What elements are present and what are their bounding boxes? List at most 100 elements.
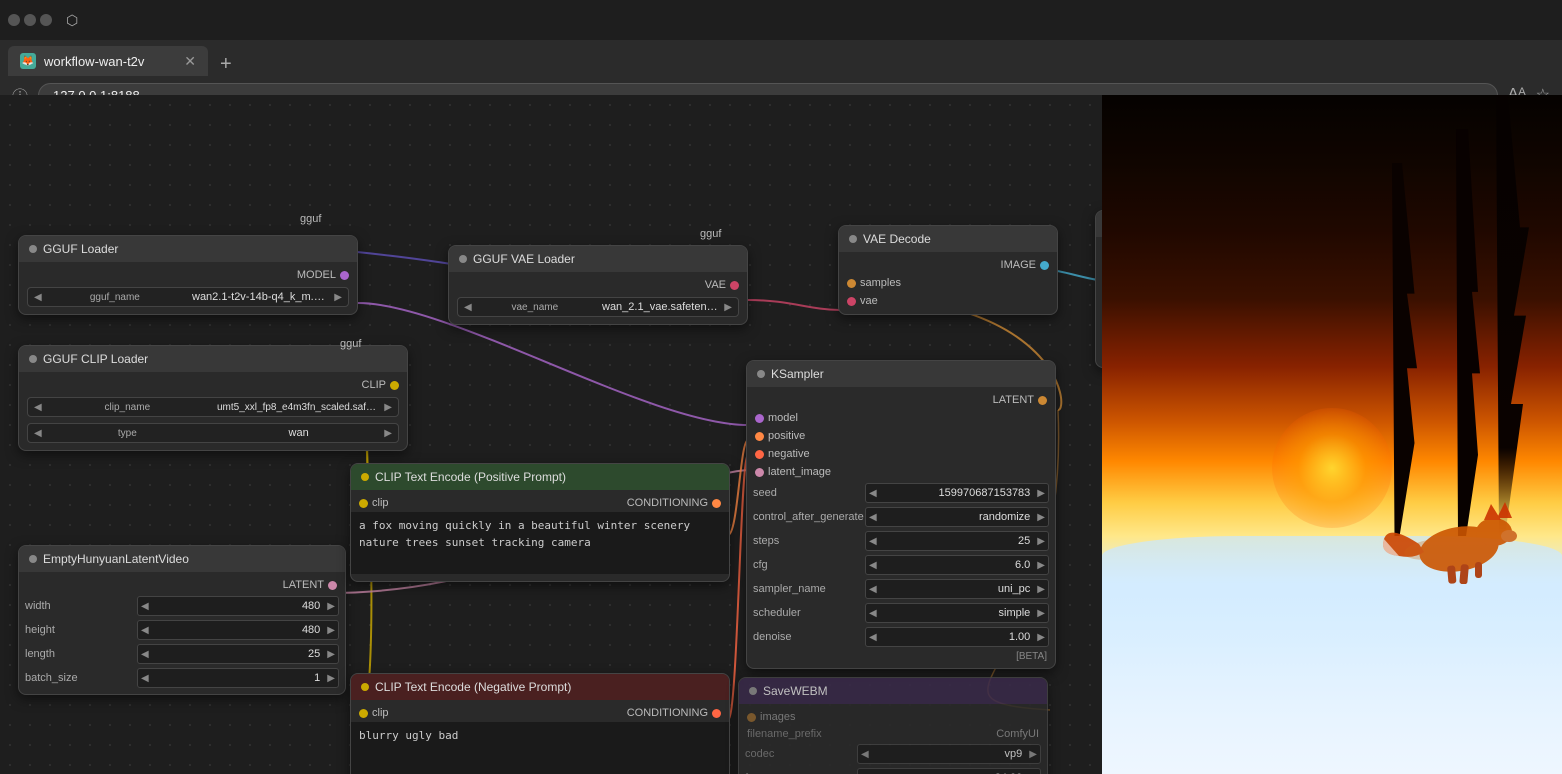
model-ksampler-port[interactable] [755, 414, 764, 423]
cfg-stepper[interactable]: ◀ 6.0 ▶ [865, 555, 1049, 575]
latent-ksampler-port[interactable] [1038, 396, 1047, 405]
clip-type-field[interactable]: ◀ type wan ▶ [27, 423, 399, 443]
height-stepper[interactable]: ◀ 480 ▶ [137, 620, 339, 640]
height-increase[interactable]: ▶ [324, 625, 338, 636]
positive-ksampler-port[interactable] [755, 432, 764, 441]
length-label: length [25, 648, 135, 660]
negative-prompt-text[interactable]: blurry ugly bad [351, 722, 729, 774]
empty-latent-node: EmptyHunyuanLatentVideo LATENT width ◀ 4… [18, 545, 346, 695]
samples-input-port[interactable] [847, 279, 856, 288]
field-right-arrow[interactable]: ▶ [334, 292, 342, 303]
webm-fps-stepper[interactable]: ◀ 24.00 ▶ [857, 768, 1041, 774]
denoise-stepper[interactable]: ◀ 1.00 ▶ [865, 627, 1049, 647]
gguf-vae-title: GGUF VAE Loader [473, 252, 575, 266]
batch-stepper[interactable]: ◀ 1 ▶ [137, 668, 339, 688]
steps-label: steps [753, 535, 863, 547]
width-decrease[interactable]: ◀ [138, 601, 152, 612]
control-stepper[interactable]: ◀ randomize ▶ [865, 507, 1049, 527]
gguf-name-label: gguf_name [46, 292, 184, 303]
scheduler-stepper[interactable]: ◀ simple ▶ [865, 603, 1049, 623]
batch-label: batch_size [25, 672, 135, 684]
steps-stepper[interactable]: ◀ 25 ▶ [865, 531, 1049, 551]
width-increase[interactable]: ▶ [324, 601, 338, 612]
control-increase[interactable]: ▶ [1034, 512, 1048, 523]
cfg-label: cfg [753, 559, 863, 571]
vae-input-port[interactable] [847, 297, 856, 306]
sampler-decrease[interactable]: ◀ [866, 584, 880, 595]
gguf-name-value: wan2.1-t2v-14b-q4_k_m.gguf [192, 291, 330, 303]
conditioning-neg-port[interactable] [712, 709, 721, 718]
clip-type-row: ◀ type wan ▶ [19, 420, 407, 446]
sampler-label: sampler_name [753, 583, 863, 595]
vae-name-field[interactable]: ◀ vae_name wan_2.1_vae.safetensors ▶ [457, 297, 739, 317]
batch-increase[interactable]: ▶ [324, 673, 338, 684]
length-stepper[interactable]: ◀ 25 ▶ [137, 644, 339, 664]
positive-ksampler-label: positive [768, 430, 805, 442]
clip-pos-input-port[interactable] [359, 499, 368, 508]
sampler-row: sampler_name ◀ uni_pc ▶ [747, 577, 1055, 601]
scheduler-value: simple [880, 607, 1035, 619]
workflow-canvas[interactable]: GGUF Loader MODEL ◀ gguf_name wan2.1-t2v… [0, 95, 1562, 774]
conditioning-pos-port[interactable] [712, 499, 721, 508]
minimize-button[interactable] [8, 14, 20, 26]
image-output-port[interactable] [1040, 261, 1049, 270]
seed-stepper[interactable]: ◀ 159970687153783 ▶ [865, 483, 1049, 503]
image-output-label: IMAGE [1001, 259, 1036, 271]
clip-neg-input-port[interactable] [359, 709, 368, 718]
gguf-clip-clip-row: CLIP [19, 376, 407, 394]
length-decrease[interactable]: ◀ [138, 649, 152, 660]
clip-neg-clip-label: clip [372, 707, 389, 719]
steps-decrease[interactable]: ◀ [866, 536, 880, 547]
negative-ksampler-port[interactable] [755, 450, 764, 459]
webm-images-port[interactable] [747, 713, 756, 722]
clip-output-port[interactable] [390, 381, 399, 390]
gguf-name-field[interactable]: ◀ gguf_name wan2.1-t2v-14b-q4_k_m.gguf ▶ [27, 287, 349, 307]
webm-codec-stepper[interactable]: ◀ vp9 ▶ [857, 744, 1041, 764]
height-decrease[interactable]: ◀ [138, 625, 152, 636]
width-value: 480 [152, 600, 325, 612]
cfg-increase[interactable]: ▶ [1034, 560, 1048, 571]
clip-negative-status-dot [361, 683, 369, 691]
save-webm-body: images filename_prefix ComfyUI codec ◀ v… [739, 704, 1047, 774]
webm-codec-value: vp9 [872, 748, 1027, 760]
vae-output-port[interactable] [730, 281, 739, 290]
steps-value: 25 [880, 535, 1035, 547]
latent-output-port[interactable] [328, 581, 337, 590]
active-tab[interactable]: 🦊 workflow-wan-t2v ✕ [8, 46, 208, 76]
latent-image-port[interactable] [755, 468, 764, 477]
vae-decode-node: VAE Decode IMAGE samples vae [838, 225, 1058, 315]
steps-row: steps ◀ 25 ▶ [747, 529, 1055, 553]
cfg-decrease[interactable]: ◀ [866, 560, 880, 571]
steps-increase[interactable]: ▶ [1034, 536, 1048, 547]
length-increase[interactable]: ▶ [324, 649, 338, 660]
tab-close-button[interactable]: ✕ [184, 53, 196, 70]
sampler-stepper[interactable]: ◀ uni_pc ▶ [865, 579, 1049, 599]
gguf-clip-loader-node: GGUF CLIP Loader CLIP ◀ clip_name umt5_x… [18, 345, 408, 451]
clip-neg-ports-row: clip CONDITIONING [351, 704, 729, 722]
seed-increase[interactable]: ▶ [1034, 488, 1048, 499]
vae-output-row: VAE [449, 276, 747, 294]
clip-pos-clip-label: clip [372, 497, 389, 509]
field-left-arrow[interactable]: ◀ [34, 292, 42, 303]
clip-positive-title: CLIP Text Encode (Positive Prompt) [375, 470, 566, 484]
control-decrease[interactable]: ◀ [866, 512, 880, 523]
seed-decrease[interactable]: ◀ [866, 488, 880, 499]
clip-name-field[interactable]: ◀ clip_name umt5_xxl_fp8_e4m3fn_scaled.s… [27, 397, 399, 417]
sampler-increase[interactable]: ▶ [1034, 584, 1048, 595]
batch-decrease[interactable]: ◀ [138, 673, 152, 684]
positive-prompt-text[interactable]: a fox moving quickly in a beautiful wint… [351, 512, 729, 574]
model-output-port[interactable] [340, 271, 349, 280]
height-label: height [25, 624, 135, 636]
denoise-decrease[interactable]: ◀ [866, 632, 880, 643]
scheduler-increase[interactable]: ▶ [1034, 608, 1048, 619]
close-button[interactable] [40, 14, 52, 26]
maximize-button[interactable] [24, 14, 36, 26]
width-stepper[interactable]: ◀ 480 ▶ [137, 596, 339, 616]
new-tab-button[interactable]: + [212, 53, 240, 76]
samples-label: samples [860, 277, 901, 289]
negative-ksampler-label: negative [768, 448, 810, 460]
ksampler-latent-input-row: latent_image [747, 463, 1055, 481]
scheduler-decrease[interactable]: ◀ [866, 608, 880, 619]
denoise-increase[interactable]: ▶ [1034, 632, 1048, 643]
gguf-vae-body: VAE ◀ vae_name wan_2.1_vae.safetensors ▶ [449, 272, 747, 324]
